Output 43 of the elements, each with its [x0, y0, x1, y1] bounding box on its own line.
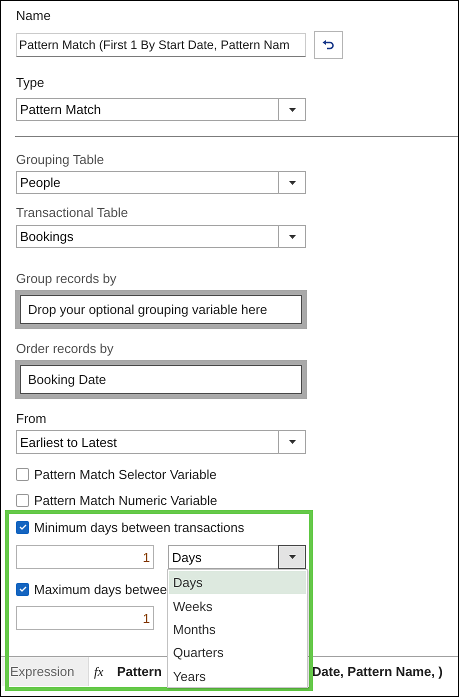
checkbox-label: Pattern Match Numeric Variable — [34, 492, 218, 508]
checkbox-label: Maximum days betwee — [34, 582, 167, 596]
caret-icon — [288, 555, 296, 559]
name-field[interactable]: Pattern Match (First 1 By Start Date, Pattern Nam — [16, 33, 306, 57]
from-select[interactable]: Earliest to Latest — [16, 430, 306, 454]
checkbox[interactable] — [16, 468, 29, 480]
number-field[interactable]: 1 — [16, 606, 154, 630]
order-drop-zone[interactable]: Booking Date — [15, 360, 307, 399]
expression-tab[interactable]: Expression — [1, 657, 89, 686]
caret-icon — [288, 440, 296, 444]
checkbox[interactable] — [16, 582, 29, 596]
field-label: Grouping Table — [16, 152, 105, 168]
dropdown-option[interactable]: Months — [169, 618, 306, 642]
dropdown-option[interactable]: Days — [169, 571, 306, 594]
checkbox[interactable] — [16, 494, 29, 506]
field-label: Type — [16, 75, 46, 91]
expression-text: Pattern — [117, 664, 162, 679]
dropdown-option[interactable]: Years — [169, 664, 306, 688]
field-label: Group records by — [16, 271, 118, 287]
field-label: Name — [16, 8, 52, 24]
checkbox[interactable] — [16, 520, 29, 534]
checkbox-label: Minimum days between transactions — [34, 520, 244, 534]
function-label: fx — [94, 664, 104, 680]
check-icon — [18, 524, 26, 530]
expression-text: Date, Pattern Name, ) — [312, 664, 443, 679]
check-icon — [18, 586, 26, 592]
dropdown-option[interactable]: Weeks — [169, 594, 306, 618]
caret-icon — [288, 180, 296, 184]
undo-button[interactable] — [314, 31, 343, 59]
grouping-table-select[interactable]: People — [16, 171, 306, 194]
transactional-table-select[interactable]: Bookings — [16, 225, 306, 248]
field-label: Transactional Table — [16, 205, 130, 221]
checkbox-label: Pattern Match Selector Variable — [34, 466, 217, 482]
field-label: From — [16, 411, 48, 427]
dropdown-option[interactable]: Quarters — [169, 641, 306, 665]
number-field[interactable]: 1 — [16, 545, 154, 569]
caret-icon — [288, 108, 296, 112]
undo-icon — [322, 40, 335, 50]
field-label: Order records by — [16, 341, 115, 357]
grouping-drop-zone[interactable]: Drop your optional grouping variable here — [15, 290, 307, 329]
type-select[interactable]: Pattern Match — [16, 98, 306, 121]
unit-select[interactable]: Days — [168, 545, 306, 569]
caret-icon — [288, 234, 296, 238]
